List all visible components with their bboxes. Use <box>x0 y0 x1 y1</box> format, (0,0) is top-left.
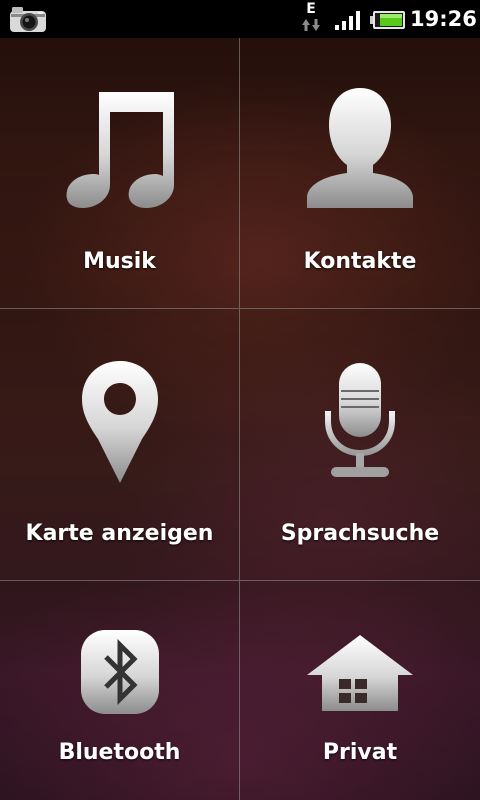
tile-home[interactable]: Privat <box>240 581 480 800</box>
tile-label: Karte anzeigen <box>25 521 214 546</box>
tile-map[interactable]: Karte anzeigen <box>0 309 240 581</box>
tile-label: Kontakte <box>303 249 417 274</box>
tile-voice-search[interactable]: Sprachsuche <box>240 309 480 581</box>
music-note-icon <box>0 90 239 210</box>
tile-label: Privat <box>322 740 398 765</box>
battery-icon <box>370 11 406 33</box>
tile-music[interactable]: Musik <box>0 38 240 309</box>
network-type-label: E <box>306 1 316 17</box>
tile-label: Bluetooth <box>58 740 181 765</box>
shortcut-grid: Musik Kontakte Karte anzeigen Sprachsuch… <box>0 38 480 800</box>
tile-label: Musik <box>83 249 156 274</box>
microphone-icon <box>240 361 480 479</box>
home-icon <box>240 633 480 713</box>
contact-person-icon <box>240 86 480 210</box>
map-pin-icon <box>0 359 239 485</box>
tile-contacts[interactable]: Kontakte <box>240 38 480 309</box>
tile-bluetooth[interactable]: Bluetooth <box>0 581 240 800</box>
signal-strength-icon <box>334 10 362 34</box>
tile-label: Sprachsuche <box>280 521 440 546</box>
camera-icon <box>9 5 47 37</box>
status-bar: E 19:26 <box>0 0 480 38</box>
car-home-screen: E 19:26 Musik Kontakte Karte anzeigen Sp… <box>0 0 480 800</box>
status-time: 19:26 <box>410 7 477 31</box>
network-activity-icon: E <box>300 0 322 36</box>
bluetooth-icon <box>0 629 239 715</box>
